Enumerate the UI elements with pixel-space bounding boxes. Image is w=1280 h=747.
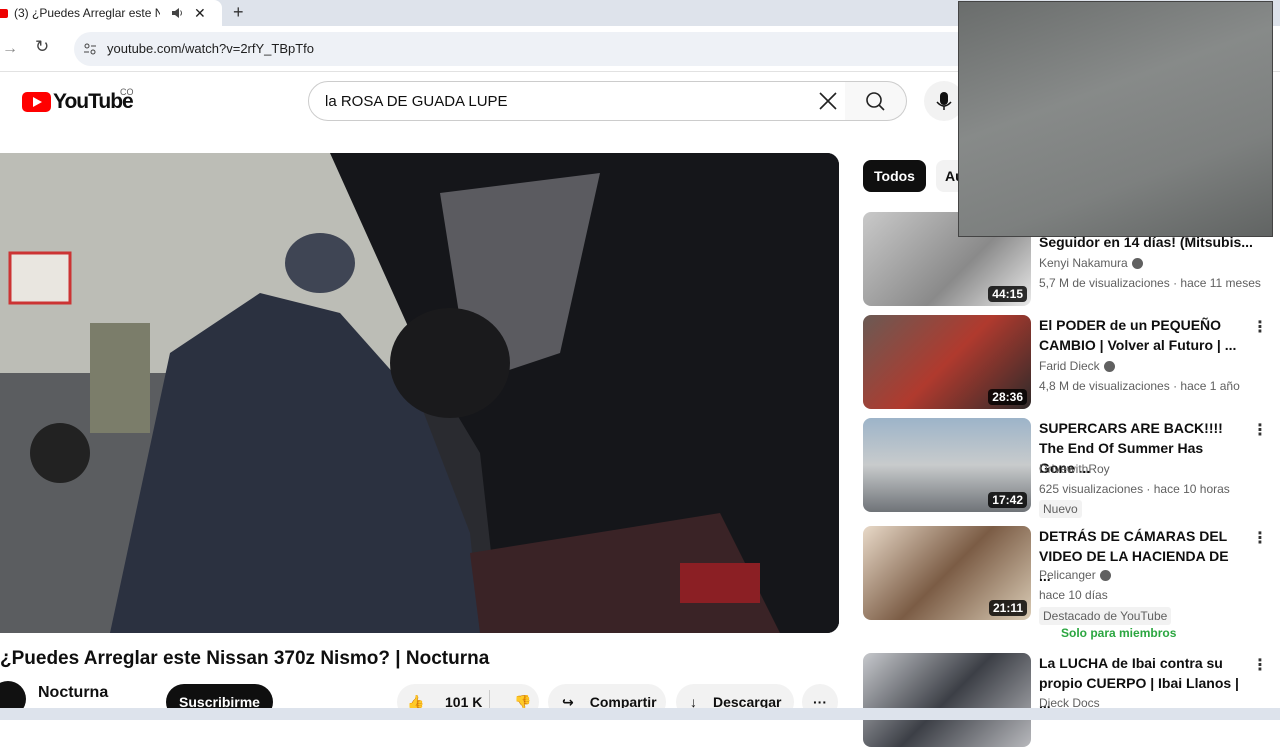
speaker-icon[interactable] xyxy=(170,6,184,20)
channel-label: Pelicanger xyxy=(1039,568,1096,582)
recommendation-item[interactable]: La LUCHA de Ibai contra su propio CUERPO… xyxy=(863,653,1280,747)
webcam-overlay xyxy=(958,1,1273,237)
members-only-label: Solo para miembros xyxy=(1061,626,1177,640)
channel-name[interactable]: Pelicanger xyxy=(1039,568,1111,582)
new-badge: Nuevo xyxy=(1039,500,1082,518)
verified-icon xyxy=(1103,361,1115,373)
forward-icon[interactable]: → xyxy=(2,40,18,58)
more-options-icon[interactable]: ⋮ xyxy=(1252,528,1268,548)
recommendation-item[interactable]: 21:11 DETRÁS DE CÁMARAS DEL VIDEO DE LA … xyxy=(863,526,1280,646)
view-meta: hace 10 días xyxy=(1039,588,1108,602)
search-button[interactable] xyxy=(845,81,907,121)
channel-name[interactable]: DrivewithRoy xyxy=(1039,462,1110,476)
taskbar xyxy=(0,708,1280,720)
omnibox[interactable]: youtube.com/watch?v=2rfY_TBpTfo xyxy=(74,32,974,66)
search-icon xyxy=(866,92,885,111)
video-thumbnail[interactable]: 17:42 xyxy=(863,418,1031,512)
search-input[interactable]: la ROSA DE GUADA LUPE xyxy=(325,93,508,110)
channel-name[interactable]: Kenyi Nakamura xyxy=(1039,256,1143,270)
duration-badge: 21:11 xyxy=(988,600,1027,616)
featured-badge: Destacado de YouTube xyxy=(1039,607,1172,625)
url-text[interactable]: youtube.com/watch?v=2rfY_TBpTfo xyxy=(107,41,314,56)
channel-label: Kenyi Nakamura xyxy=(1039,256,1128,270)
verified-icon xyxy=(1131,258,1143,270)
recommendation-item[interactable]: 17:42 SUPERCARS ARE BACK!!!! The End Of … xyxy=(863,418,1280,518)
duration-badge: 28:36 xyxy=(988,389,1027,405)
video-thumbnail[interactable] xyxy=(863,653,1031,747)
channel-name[interactable]: Farid Dieck xyxy=(1039,359,1115,373)
more-options-icon[interactable]: ⋮ xyxy=(1252,655,1268,675)
close-tab-icon[interactable]: ✕ xyxy=(194,5,206,22)
view-meta: 4,8 M de visualizaciones · hace 1 año xyxy=(1039,379,1240,393)
video-player[interactable] xyxy=(0,153,839,633)
video-frame xyxy=(0,153,839,633)
youtube-favicon-icon xyxy=(0,8,8,18)
more-options-icon[interactable]: ⋮ xyxy=(1252,420,1268,440)
new-tab-button[interactable]: + xyxy=(233,0,244,24)
video-title: ¿Puedes Arreglar este Nissan 370z Nismo?… xyxy=(0,648,490,669)
channel-name[interactable]: Nocturna xyxy=(38,684,108,702)
duration-badge: 17:42 xyxy=(988,492,1027,508)
view-meta: 625 visualizaciones · hace 10 horas xyxy=(1039,482,1230,496)
browser-tab[interactable]: (3) ¿Puedes Arreglar este N ✕ xyxy=(0,0,222,26)
search-box[interactable]: la ROSA DE GUADA LUPE xyxy=(308,81,846,121)
video-thumbnail[interactable]: 28:36 xyxy=(863,315,1031,409)
video-thumbnail[interactable]: 21:11 xyxy=(863,526,1031,620)
youtube-logo[interactable]: YouTube xyxy=(22,90,134,114)
verified-icon xyxy=(1099,570,1111,582)
clear-search-icon[interactable] xyxy=(817,88,839,114)
more-options-icon[interactable]: ⋮ xyxy=(1252,317,1268,337)
site-info-icon[interactable] xyxy=(82,41,98,57)
recommendation-title[interactable]: El PODER de un PEQUEÑO CAMBIO | Volver a… xyxy=(1039,315,1239,355)
duration-badge: 44:15 xyxy=(988,286,1027,302)
chip-all[interactable]: Todos xyxy=(863,160,926,192)
view-meta: 5,7 M de visualizaciones · hace 11 meses xyxy=(1039,276,1261,290)
youtube-play-icon xyxy=(22,92,51,112)
channel-label: Farid Dieck xyxy=(1039,359,1100,373)
recommendation-item[interactable]: 28:36 El PODER de un PEQUEÑO CAMBIO | Vo… xyxy=(863,315,1280,410)
reload-icon[interactable]: ↻ xyxy=(35,37,49,57)
country-code: CO xyxy=(120,87,134,97)
tab-title: (3) ¿Puedes Arreglar este N xyxy=(14,6,160,20)
